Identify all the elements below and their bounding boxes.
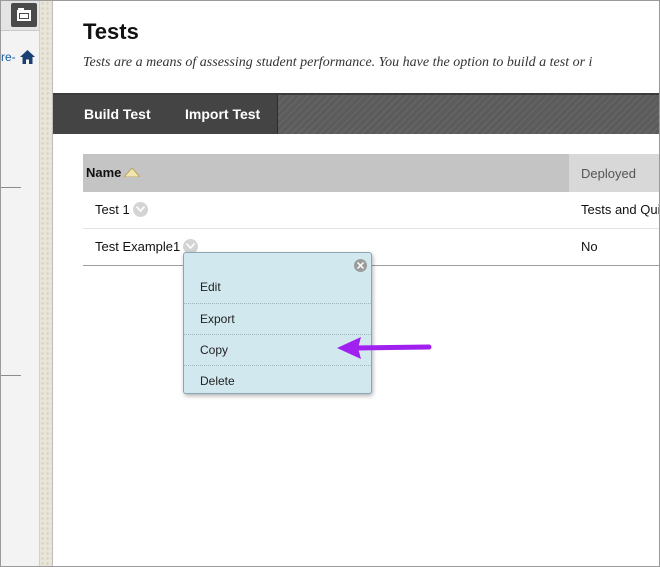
action-bar-buttons: Build Test Import Test [53, 95, 278, 134]
course-sidebar: re- [1, 1, 40, 566]
sort-ascending-icon[interactable] [124, 168, 140, 177]
deployed-status: No [581, 239, 598, 254]
import-test-button[interactable]: Import Test [185, 106, 260, 122]
action-bar: Build Test Import Test [53, 93, 659, 134]
menu-item-label: Copy [200, 343, 229, 357]
menu-item-delete[interactable]: Delete [184, 365, 371, 395]
table-header: Name Deployed [83, 154, 659, 192]
sidebar-toggle-button[interactable] [11, 3, 37, 27]
menu-item-label: Export [200, 312, 235, 326]
item-context-menu: Edit Export Copy Delete [183, 252, 372, 394]
course-link[interactable]: re- [1, 50, 16, 64]
page-title: Tests [83, 19, 139, 44]
app-window: re- Tests Tests are a means of assessing… [0, 0, 660, 567]
column-header-deployed[interactable]: Deployed [581, 166, 636, 181]
menu-item-label: Edit [200, 280, 221, 294]
test-name[interactable]: Test Example1 [95, 239, 180, 254]
build-test-button[interactable]: Build Test [84, 106, 151, 122]
test-name[interactable]: Test 1 [95, 202, 130, 217]
sidebar-divider [1, 187, 21, 188]
menu-item-export[interactable]: Export [184, 303, 371, 333]
close-icon[interactable] [354, 259, 367, 272]
table-row: Test 1 Tests and Qui [83, 192, 659, 229]
sidebar-border [40, 1, 53, 566]
folder-icon [17, 8, 31, 21]
options-chevron-icon[interactable] [133, 202, 148, 217]
annotation-arrow-icon [337, 337, 432, 359]
menu-item-label: Delete [200, 374, 235, 388]
sidebar-header [1, 1, 39, 31]
column-header-name-label: Name [86, 165, 122, 180]
deployed-status: Tests and Qui [581, 202, 660, 217]
sidebar-divider [1, 375, 21, 376]
home-icon[interactable] [20, 50, 35, 64]
menu-item-edit[interactable]: Edit [184, 272, 371, 302]
page-description: Tests are a means of assessing student p… [83, 55, 593, 70]
column-header-name[interactable]: Name [83, 154, 569, 192]
